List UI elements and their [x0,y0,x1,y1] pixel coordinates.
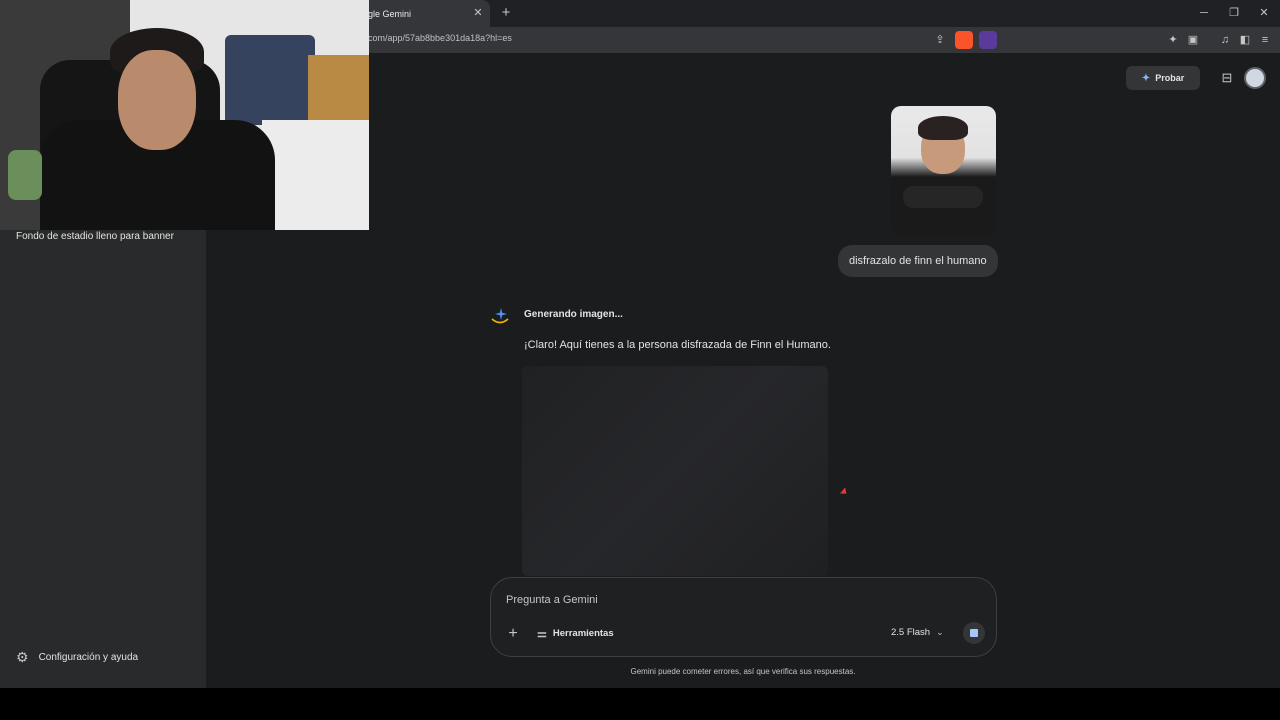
probar-label: Probar [1155,73,1185,83]
stop-generation-button[interactable] [963,622,985,644]
user-uploaded-image[interactable] [891,106,996,235]
settings-label: Configuración y ayuda [38,652,139,663]
sidebar-recent-item[interactable]: Fondo de estadio lleno para banner [16,231,174,242]
user-message-bubble: disfrazalo de finn el humano [838,245,998,277]
minimize-window-button[interactable]: ─ [1196,5,1212,21]
prompt-composer: + ⚌ Herramientas 2.5 Flash ⌄ [490,577,997,657]
tools-label: Herramientas [552,628,614,639]
url-text[interactable]: com/app/57ab8bbe301da18a?hl=es [368,33,512,43]
model-selector[interactable]: 2.5 Flash ⌄ [891,627,944,638]
tools-button[interactable]: ⚌ Herramientas [537,627,614,640]
prompt-input[interactable] [506,591,906,609]
generation-status: Generando imagen... [524,309,623,320]
webcam-headboard [225,35,315,125]
browser-tab-gemini[interactable]: gle Gemini ✕ [360,0,490,27]
generated-image-placeholder [522,366,828,576]
assistant-reply: ¡Claro! Aquí tienes a la persona disfraz… [524,339,831,351]
add-attachment-button[interactable]: + [504,625,522,643]
chevron-down-icon: ⌄ [936,627,944,637]
account-avatar[interactable] [1244,67,1266,89]
tools-icon: ⚌ [537,628,547,640]
stop-icon [970,629,978,637]
webcam-person-face [118,50,196,150]
media-icon[interactable]: ♫ [1216,31,1234,49]
close-window-button[interactable]: ✕ [1256,5,1272,21]
webcam-dresser [262,120,369,230]
photo-hair [918,116,968,140]
webcam-overlay [0,0,369,230]
settings-and-help-button[interactable]: ⚙ Configuración y ayuda [16,649,138,666]
gemini-sparkle-icon [491,308,509,324]
brave-rewards-icon[interactable] [979,31,997,49]
tab-title: gle Gemini [368,8,412,19]
model-label: 2.5 Flash [891,627,931,638]
share-icon[interactable]: ⇪ [931,31,949,49]
disclaimer-text: Gemini puede cometer errores, así que ve… [630,667,856,676]
screenshot-icon[interactable]: ▣ [1184,31,1202,49]
tab-close-icon[interactable]: ✕ [472,7,484,19]
new-tab-button[interactable]: + [498,5,514,21]
mouse-cursor-icon [840,487,849,497]
brave-shield-icon[interactable] [955,31,973,49]
sidebar-toggle-icon[interactable]: ◧ [1236,31,1254,49]
chat-history-icon[interactable]: ⊟ [1218,69,1236,87]
gear-icon: ⚙ [16,649,29,665]
probar-button[interactable]: ✦ Probar [1126,66,1200,90]
webcam-microphone [8,150,42,200]
sparkle-icon: ✦ [1141,72,1151,84]
photo-arms [903,186,983,208]
extensions-icon[interactable]: ✦ [1164,31,1182,49]
restore-window-button[interactable]: ❐ [1226,5,1242,21]
menu-icon[interactable]: ≡ [1256,31,1274,49]
